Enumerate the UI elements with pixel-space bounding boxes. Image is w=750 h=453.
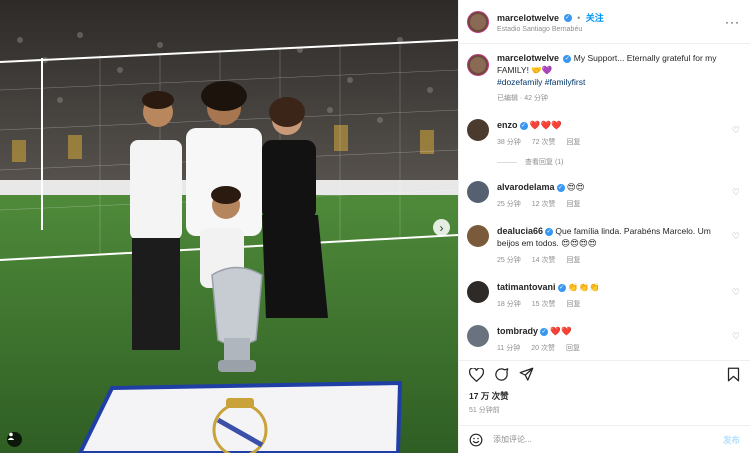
comment-row: alvarodelama ✓ 😍😍 25 分钟 12 次赞 回复 ♡: [467, 181, 740, 211]
comments-scroll[interactable]: marcelotwelve ✓ My Support... Eternally …: [459, 44, 750, 360]
comment-like-heart-icon[interactable]: ♡: [732, 125, 740, 136]
commenter-avatar[interactable]: [467, 119, 489, 141]
comment-time: 25 分钟: [497, 201, 521, 208]
post-comment-button[interactable]: 发布: [723, 434, 740, 446]
commenter-username[interactable]: dealucia66: [497, 226, 543, 236]
post-time: 51 分钟前: [469, 407, 500, 414]
like-count[interactable]: 17 万 次赞: [469, 390, 509, 402]
verified-badge-icon: ✓: [557, 283, 566, 292]
bookmark-icon[interactable]: [727, 367, 740, 382]
verified-badge-icon: ✓: [545, 227, 554, 236]
author-username[interactable]: marcelotwelve: [497, 13, 559, 23]
comment-row: enzo ✓ ❤️❤️❤️ 38 分钟 72 次赞 回复 ♡: [467, 119, 740, 149]
post-header: marcelotwelve ✓ • 关注 Estadio Santiago Be…: [459, 0, 750, 44]
more-dots-icon[interactable]: ···: [725, 15, 740, 29]
commenter-username[interactable]: tatimantovani: [497, 282, 556, 292]
caption: marcelotwelve ✓ My Support... Eternally …: [467, 52, 740, 105]
comment-like-heart-icon[interactable]: ♡: [732, 231, 740, 242]
caption-hashtags[interactable]: #dozefamily #familyfirst: [497, 76, 740, 88]
verified-badge-icon: ✓: [540, 327, 549, 336]
caption-username[interactable]: marcelotwelve: [497, 53, 559, 63]
follow-button[interactable]: 关注: [586, 13, 604, 23]
comment-time: 38 分钟: [497, 139, 521, 146]
comment-likes[interactable]: 20 次赞: [531, 343, 555, 355]
commenter-avatar[interactable]: [467, 181, 489, 203]
share-icon[interactable]: [519, 367, 534, 382]
comment-list: enzo ✓ ❤️❤️❤️ 38 分钟 72 次赞 回复 ♡ 查看回复 (1) alvarod…: [467, 119, 740, 355]
verified-badge-icon: ✓: [519, 121, 528, 130]
heart-icon[interactable]: [469, 367, 484, 382]
location-link[interactable]: Estadio Santiago Bernabéu: [497, 26, 725, 33]
reply-button[interactable]: 回复: [566, 199, 580, 211]
verified-badge-icon: ✓: [563, 54, 572, 63]
caption-avatar[interactable]: [467, 54, 489, 76]
comment-text: 😍😍: [566, 182, 585, 192]
comment-row: dealucia66 ✓ Que família linda. Parabéns …: [467, 225, 740, 267]
replies-divider: [497, 161, 517, 163]
commenter-username[interactable]: enzo: [497, 120, 518, 130]
view-replies-label: 查看回复 (1): [525, 159, 564, 166]
commenter-avatar[interactable]: [467, 281, 489, 303]
comment-time: 25 分钟: [497, 257, 521, 264]
comment-input[interactable]: [493, 435, 723, 444]
comment-likes[interactable]: 15 次赞: [532, 299, 556, 311]
view-replies-button[interactable]: 查看回复 (1): [497, 157, 740, 167]
comment-text: ❤️❤️: [550, 326, 572, 336]
emoji-icon[interactable]: [469, 433, 483, 447]
stadium-photo: [0, 0, 458, 453]
verified-badge-icon: ✓: [563, 14, 572, 23]
comment-icon[interactable]: [494, 367, 509, 382]
comment-like-heart-icon[interactable]: ♡: [732, 331, 740, 342]
author-avatar[interactable]: [467, 10, 489, 33]
comment-time: 18 分钟: [497, 301, 521, 308]
tagged-users-button[interactable]: [7, 432, 22, 447]
post-photo[interactable]: ›: [0, 0, 458, 453]
comment-text: ❤️❤️❤️: [529, 120, 562, 130]
reply-button[interactable]: 回复: [566, 137, 580, 149]
comment-row: tatimantovani ✓ 👏👏👏 18 分钟 15 次赞 回复 ♡: [467, 281, 740, 311]
post-sidebar: marcelotwelve ✓ • 关注 Estadio Santiago Be…: [458, 0, 750, 453]
separator-dot: •: [577, 12, 581, 23]
next-image-button[interactable]: ›: [433, 219, 450, 236]
caption-meta: 已编辑 · 42 分钟: [497, 95, 548, 102]
reply-button[interactable]: 回复: [566, 343, 580, 355]
comment-likes[interactable]: 12 次赞: [532, 199, 556, 211]
comment-like-heart-icon[interactable]: ♡: [732, 187, 740, 198]
verified-badge-icon: ✓: [556, 183, 565, 192]
commenter-username[interactable]: tombrady: [497, 326, 538, 336]
reply-button[interactable]: 回复: [566, 299, 580, 311]
commenter-avatar[interactable]: [467, 325, 489, 347]
comment-likes[interactable]: 72 次赞: [532, 137, 556, 149]
commenter-avatar[interactable]: [467, 225, 489, 247]
commenter-username[interactable]: alvarodelama: [497, 182, 555, 192]
comment-likes[interactable]: 14 次赞: [532, 255, 556, 267]
add-comment-bar: 发布: [459, 425, 750, 453]
comment-text: 👏👏👏: [567, 282, 600, 292]
comment-time: 11 分钟: [497, 345, 521, 352]
comment-like-heart-icon[interactable]: ♡: [732, 287, 740, 298]
user-icon: [7, 432, 15, 440]
action-bar: [459, 360, 750, 388]
comment-row: tombrady ✓ ❤️❤️ 11 分钟 20 次赞 回复 ♡: [467, 325, 740, 355]
reply-button[interactable]: 回复: [566, 255, 580, 267]
